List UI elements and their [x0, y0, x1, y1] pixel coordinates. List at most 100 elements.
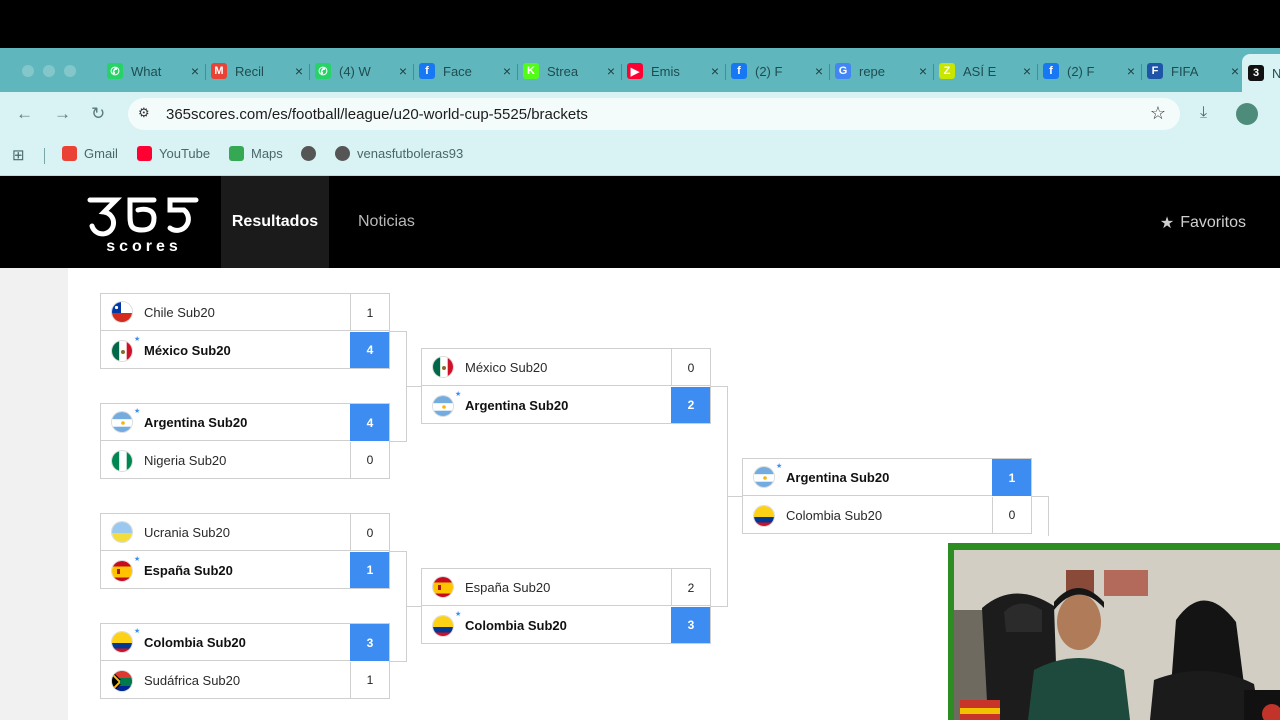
browser-tab[interactable]: Grepe ×: [829, 56, 934, 86]
team-score: 0: [992, 497, 1031, 533]
bookmark-item[interactable]: venasfutboleras93: [335, 146, 463, 161]
bookmark-item[interactable]: YouTube: [137, 146, 210, 161]
team-row[interactable]: Ucrania Sub20 0: [101, 514, 389, 551]
bracket-connector: [711, 386, 727, 387]
team-row[interactable]: ★ Colombia Sub20 3: [422, 607, 710, 644]
url-text[interactable]: 365scores.com/es/football/league/u20-wor…: [166, 106, 588, 123]
bookmark-item[interactable]: Gmail: [62, 146, 118, 161]
tab-strip: ✆ What × M Recil × ✆ (4) W × f Face × K Strea × ▶ Emis × f…: [0, 48, 1280, 92]
favorite-star-icon: ★: [134, 556, 141, 563]
browser-tab[interactable]: f (2) F ×: [725, 56, 830, 86]
team-row[interactable]: Sudáfrica Sub20 1: [101, 662, 389, 699]
nav-results[interactable]: Resultados: [221, 176, 329, 268]
team-score: 0: [671, 349, 710, 386]
close-tab-icon[interactable]: ×: [919, 63, 927, 79]
match-card[interactable]: España Sub20 2 ★ Colombia Sub20 3: [421, 568, 711, 644]
team-name: Colombia Sub20: [144, 634, 246, 650]
forward-icon[interactable]: →: [54, 104, 71, 124]
close-tab-icon[interactable]: ×: [711, 63, 719, 79]
team-name: Nigeria Sub20: [144, 453, 227, 468]
team-name: España Sub20: [144, 563, 233, 578]
close-tab-icon[interactable]: ×: [815, 63, 823, 79]
southafrica-flag-icon: [111, 669, 133, 692]
browser-tab[interactable]: ✆ What ×: [101, 56, 206, 86]
browser-tab[interactable]: ✆ (4) W ×: [309, 56, 414, 86]
back-icon[interactable]: ←: [16, 104, 33, 124]
bracket-connector: [390, 441, 406, 442]
team-row[interactable]: ★ Argentina Sub20 4: [101, 404, 389, 441]
browser-window: ✆ What × M Recil × ✆ (4) W × f Face × K Strea × ▶ Emis × f…: [0, 0, 1280, 720]
match-card[interactable]: Chile Sub20 1 ★ México Sub20 4: [100, 293, 390, 369]
close-tab-icon[interactable]: ×: [1023, 63, 1031, 79]
gmail-icon: [62, 146, 77, 161]
team-row[interactable]: ★ México Sub20 4: [101, 332, 389, 369]
browser-tab[interactable]: Z ASÍ E ×: [933, 56, 1038, 86]
close-tab-icon[interactable]: ×: [191, 63, 199, 79]
chile-flag-icon: [111, 301, 133, 323]
team-row[interactable]: Nigeria Sub20 0: [101, 442, 389, 479]
365scores-logo[interactable]: scores: [86, 190, 202, 254]
spain-flag-icon: [111, 559, 133, 582]
mexico-flag-icon: [432, 356, 454, 378]
match-card[interactable]: ★ Argentina Sub20 4 Nigeria Sub20 0: [100, 403, 390, 479]
whatsapp-icon: ✆: [107, 63, 123, 79]
close-tab-icon[interactable]: ×: [607, 63, 615, 79]
team-score: 2: [671, 569, 710, 606]
argentina-flag-icon: [111, 411, 133, 433]
match-card[interactable]: ★ Argentina Sub20 1 Colombia Sub20 0: [742, 458, 1032, 534]
team-name: Argentina Sub20: [465, 398, 569, 413]
close-tab-icon[interactable]: ×: [1127, 63, 1135, 79]
team-name: Sudáfrica Sub20: [144, 673, 241, 688]
team-name: Colombia Sub20: [465, 618, 567, 633]
favorites-link[interactable]: ★ Favoritos: [1160, 213, 1246, 233]
team-row[interactable]: ★ Colombia Sub20 3: [101, 624, 389, 661]
browser-tab[interactable]: M Recil ×: [205, 56, 310, 86]
address-bar[interactable]: ⚙ 365scores.com/es/football/league/u20-w…: [128, 98, 1180, 130]
nav-news[interactable]: Noticias: [358, 176, 415, 268]
browser-tab[interactable]: f (2) F ×: [1037, 56, 1142, 86]
team-row[interactable]: ★ Argentina Sub20 2: [422, 387, 710, 424]
bracket-connector: [711, 606, 727, 607]
team-score: 1: [992, 459, 1031, 496]
bookmark-item[interactable]: [301, 146, 323, 161]
match-card[interactable]: Ucrania Sub20 0 ★ España Sub20 1: [100, 513, 390, 589]
tab-title: N: [1272, 65, 1280, 81]
bookmark-divider: [44, 148, 45, 164]
team-score: 0: [350, 514, 389, 551]
close-tab-icon[interactable]: ×: [295, 63, 303, 79]
close-tab-icon[interactable]: ×: [399, 63, 407, 79]
bookmark-star-icon[interactable]: ☆: [1150, 103, 1166, 124]
tab-title: FIFA: [1171, 63, 1199, 79]
browser-tab[interactable]: 3N: [1242, 54, 1280, 92]
team-row[interactable]: México Sub20 0: [422, 349, 710, 386]
team-row[interactable]: España Sub20 2: [422, 569, 710, 606]
match-card[interactable]: ★ Colombia Sub20 3 Sudáfrica Sub20 1: [100, 623, 390, 699]
browser-tab[interactable]: K Strea ×: [517, 56, 622, 86]
svg-text:scores: scores: [106, 238, 182, 254]
browser-tab[interactable]: ▶ Emis ×: [621, 56, 726, 86]
site-info-icon[interactable]: ⚙: [138, 105, 156, 123]
colombia-flag-icon: [753, 504, 775, 527]
apps-grid-icon[interactable]: ⊞: [12, 146, 25, 164]
close-tab-icon[interactable]: ×: [503, 63, 511, 79]
window-controls[interactable]: [22, 65, 76, 77]
colombia-flag-icon: [111, 631, 133, 653]
profile-icon[interactable]: [1236, 103, 1258, 125]
tab-title: repe: [859, 63, 886, 79]
bookmark-item[interactable]: Maps: [229, 146, 283, 161]
team-row[interactable]: Chile Sub20 1: [101, 294, 389, 331]
team-row[interactable]: ★ Argentina Sub20 1: [743, 459, 1031, 496]
close-tab-icon[interactable]: ×: [1231, 63, 1239, 79]
browser-tab[interactable]: F FIFA ×: [1141, 56, 1246, 86]
match-card[interactable]: México Sub20 0 ★ Argentina Sub20 2: [421, 348, 711, 424]
download-icon[interactable]: ⤓: [1200, 104, 1207, 122]
team-score: 1: [350, 294, 389, 331]
browser-tab[interactable]: f Face ×: [413, 56, 518, 86]
team-row[interactable]: ★ España Sub20 1: [101, 552, 389, 589]
team-name: Chile Sub20: [144, 304, 215, 320]
tab-title: ASÍ E: [963, 63, 997, 79]
team-name: Argentina Sub20: [144, 414, 248, 430]
team-row[interactable]: Colombia Sub20 0: [743, 497, 1031, 534]
team-score: 1: [350, 552, 389, 588]
reload-icon[interactable]: ↻: [91, 104, 105, 124]
